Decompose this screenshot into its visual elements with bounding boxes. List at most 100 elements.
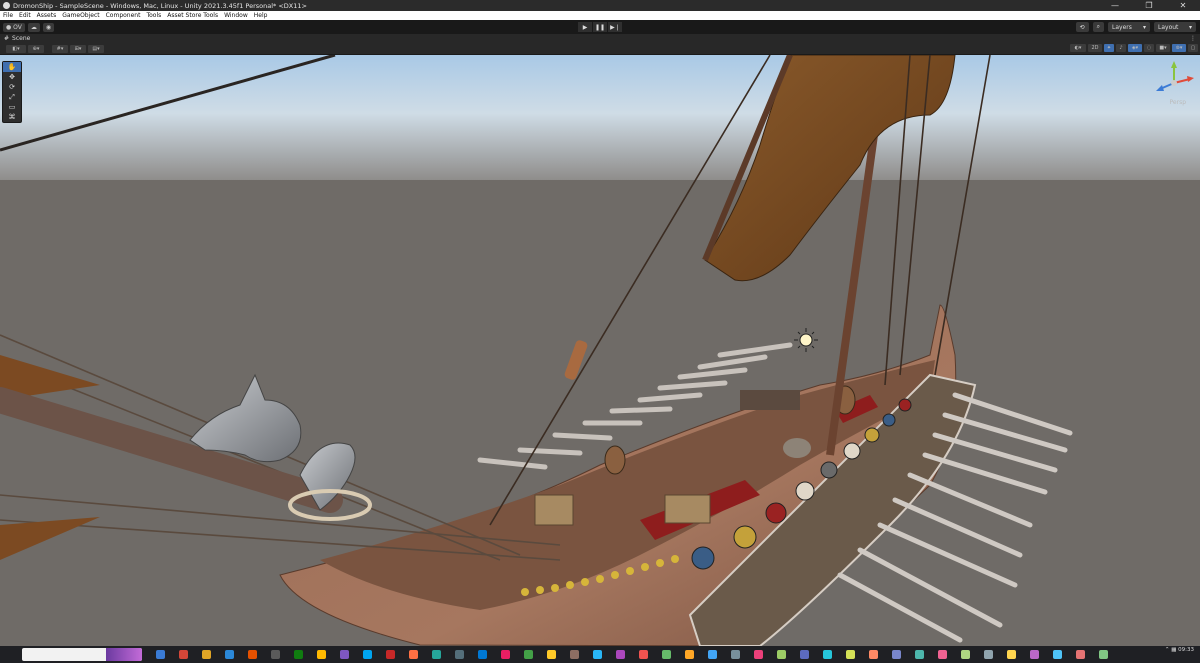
taskbar-search-box[interactable]: [22, 648, 142, 661]
taskbar-app-icon[interactable]: [432, 650, 441, 659]
taskbar-app-icon[interactable]: [179, 650, 188, 659]
taskbar-app-icon[interactable]: [501, 650, 510, 659]
menu-bar: File Edit Assets GameObject Component To…: [0, 11, 1200, 20]
grid-plane-dropdown[interactable]: ▤▾: [88, 44, 104, 53]
taskbar-app-icon[interactable]: [777, 650, 786, 659]
gizmos-icon: ⊚▾: [1175, 45, 1183, 51]
chevron-down-icon: ▾: [1188, 23, 1192, 31]
grid-snap-dropdown[interactable]: #▾: [52, 44, 68, 53]
taskbar-app-icon[interactable]: [639, 650, 648, 659]
taskbar-app-icon[interactable]: [593, 650, 602, 659]
menu-component[interactable]: Component: [103, 12, 144, 19]
taskbar-app-icon[interactable]: [1053, 650, 1062, 659]
taskbar-app-icon[interactable]: [570, 650, 579, 659]
unity-logo-icon: [3, 2, 10, 9]
taskbar-app-icon[interactable]: [754, 650, 763, 659]
rotate-tool-button[interactable]: ⟳: [3, 82, 21, 92]
gizmos-dropdown[interactable]: ⊚▾: [1172, 44, 1186, 52]
menu-help[interactable]: Help: [251, 12, 271, 19]
taskbar-app-icon[interactable]: [869, 650, 878, 659]
view-tool-button[interactable]: ✋: [3, 62, 21, 72]
camera-dropdown[interactable]: ■▾: [1156, 44, 1170, 52]
taskbar-app-icon[interactable]: [961, 650, 970, 659]
taskbar-app-icon[interactable]: [915, 650, 924, 659]
audio-toggle[interactable]: ♪: [1116, 44, 1126, 52]
tab-scene[interactable]: Scene: [12, 35, 30, 42]
collab-button[interactable]: ◉: [42, 22, 55, 32]
layers-dropdown[interactable]: Layers ▾: [1108, 22, 1150, 32]
menu-file[interactable]: File: [0, 12, 16, 19]
account-label: OV: [13, 23, 22, 31]
taskbar-app-icon[interactable]: [547, 650, 556, 659]
cloud-button[interactable]: ☁: [27, 22, 40, 32]
pause-button[interactable]: ❚❚: [593, 22, 607, 32]
play-button[interactable]: ▶: [578, 22, 592, 32]
taskbar-app-icon[interactable]: [340, 650, 349, 659]
maximize-button[interactable]: ❐: [1132, 0, 1166, 11]
layout-dropdown[interactable]: Layout ▾: [1154, 22, 1196, 32]
taskbar-app-icon[interactable]: [409, 650, 418, 659]
taskbar-app-icon[interactable]: [294, 650, 303, 659]
taskbar-app-icon[interactable]: [386, 650, 395, 659]
taskbar-app-icon[interactable]: [1099, 650, 1108, 659]
increment-snap-dropdown[interactable]: ⊞▾: [70, 44, 86, 53]
taskbar-app-icon[interactable]: [662, 650, 671, 659]
account-dropdown[interactable]: ● OV: [3, 22, 25, 32]
grid-icon: #▾: [56, 45, 64, 52]
menu-gameobject[interactable]: GameObject: [59, 12, 102, 19]
taskbar-app-icon[interactable]: [478, 650, 487, 659]
maximize-scene-button[interactable]: ▢: [1188, 44, 1198, 52]
2d-toggle[interactable]: 2D: [1088, 44, 1102, 52]
taskbar-app-icon[interactable]: [317, 650, 326, 659]
taskbar-app-icon[interactable]: [685, 650, 694, 659]
close-button[interactable]: ✕: [1166, 0, 1200, 11]
move-tool-button[interactable]: ✥: [3, 72, 21, 82]
history-icon: ⟲: [1079, 23, 1085, 31]
sky: [0, 55, 1200, 185]
hidden-objects-toggle[interactable]: ◌: [1144, 44, 1154, 52]
taskbar-app-icon[interactable]: [731, 650, 740, 659]
minimize-button[interactable]: —: [1098, 0, 1132, 11]
menu-asset-store-tools[interactable]: Asset Store Tools: [164, 12, 221, 19]
effects-dropdown[interactable]: ◈▾: [1128, 44, 1142, 52]
taskbar-app-icon[interactable]: [225, 650, 234, 659]
taskbar-app-icon[interactable]: [800, 650, 809, 659]
network-icon[interactable]: ▦: [1171, 647, 1178, 653]
step-button[interactable]: ▶❘: [608, 22, 622, 32]
taskbar-app-icon[interactable]: [524, 650, 533, 659]
transform-tool-button[interactable]: ⌘: [3, 112, 21, 122]
taskbar-app-icon[interactable]: [271, 650, 280, 659]
taskbar-app-icon[interactable]: [1076, 650, 1085, 659]
pivot-dropdown[interactable]: ⊕▾: [28, 44, 44, 53]
menu-edit[interactable]: Edit: [16, 12, 34, 19]
taskbar-app-icon[interactable]: [616, 650, 625, 659]
taskbar-app-icon[interactable]: [823, 650, 832, 659]
menu-window[interactable]: Window: [221, 12, 251, 19]
orientation-dropdown[interactable]: ◐▾: [1070, 44, 1086, 52]
draw-mode-dropdown[interactable]: ◧▾: [6, 44, 26, 53]
taskbar-app-icon[interactable]: [363, 650, 372, 659]
clock[interactable]: 09:33: [1178, 647, 1194, 653]
taskbar-app-icon[interactable]: [846, 650, 855, 659]
scene-viewport[interactable]: ✋ ✥ ⟳ ⤢ ▭ ⌘ Persp: [0, 55, 1200, 646]
taskbar-app-icon[interactable]: [708, 650, 717, 659]
taskbar-app-icon[interactable]: [892, 650, 901, 659]
menu-assets[interactable]: Assets: [34, 12, 60, 19]
taskbar-app-icon[interactable]: [938, 650, 947, 659]
taskbar-app-icon[interactable]: [455, 650, 464, 659]
projection-label[interactable]: Persp: [1170, 99, 1187, 106]
taskbar-app-icon[interactable]: [156, 650, 165, 659]
taskbar-app-icon[interactable]: [202, 650, 211, 659]
taskbar-app-icon[interactable]: [1030, 650, 1039, 659]
play-controls: ▶ ❚❚ ▶❘: [578, 22, 623, 32]
history-button[interactable]: ⟲: [1075, 22, 1089, 32]
taskbar-app-icon[interactable]: [248, 650, 257, 659]
lighting-toggle[interactable]: ✦: [1104, 44, 1114, 52]
taskbar-app-icon[interactable]: [984, 650, 993, 659]
search-button[interactable]: ⌕: [1092, 22, 1104, 32]
more-options-icon[interactable]: ⋮: [1190, 35, 1196, 42]
menu-tools[interactable]: Tools: [143, 12, 164, 19]
scale-tool-button[interactable]: ⤢: [3, 92, 21, 102]
taskbar-app-icon[interactable]: [1007, 650, 1016, 659]
rect-tool-button[interactable]: ▭: [3, 102, 21, 112]
